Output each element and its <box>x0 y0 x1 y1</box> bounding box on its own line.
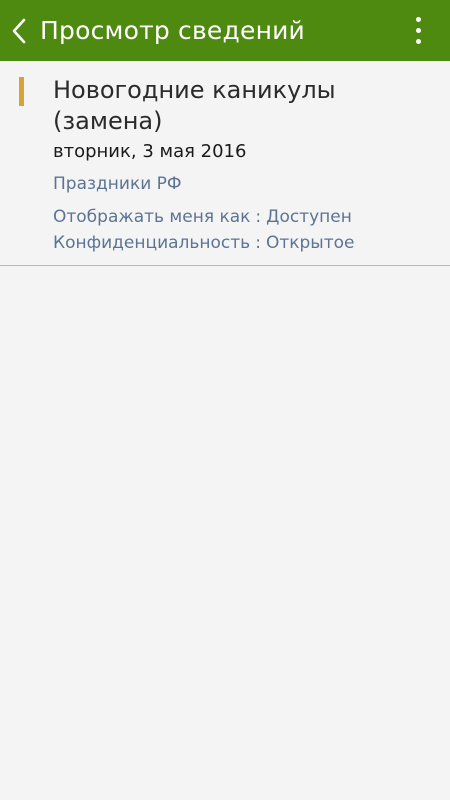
detail-separator: : <box>255 233 261 253</box>
show-me-as-row: Отображать меня как: Доступен <box>53 206 352 228</box>
event-calendar-name: Праздники РФ <box>53 174 182 194</box>
detail-separator: : <box>255 207 262 227</box>
more-options-button[interactable] <box>404 10 432 50</box>
detail-label: Конфиденциальность <box>53 233 251 253</box>
more-vertical-icon <box>415 16 421 22</box>
event-date: вторник, 3 мая 2016 <box>53 141 247 162</box>
app-bar: Просмотр сведений <box>0 0 450 61</box>
chevron-left-icon <box>11 18 27 44</box>
event-details: Новогодние каникулы (замена) вторник, 3 … <box>0 61 450 266</box>
detail-value: Открытое <box>265 233 355 253</box>
event-title: Новогодние каникулы (замена) <box>53 76 336 135</box>
detail-value: Доступен <box>266 207 352 227</box>
back-button[interactable] <box>0 0 38 61</box>
privacy-row: Конфиденциальность: Открытое <box>53 232 354 254</box>
calendar-color-indicator <box>19 77 24 106</box>
page-title: Просмотр сведений <box>40 16 306 45</box>
detail-label: Отображать меня как <box>53 207 251 227</box>
